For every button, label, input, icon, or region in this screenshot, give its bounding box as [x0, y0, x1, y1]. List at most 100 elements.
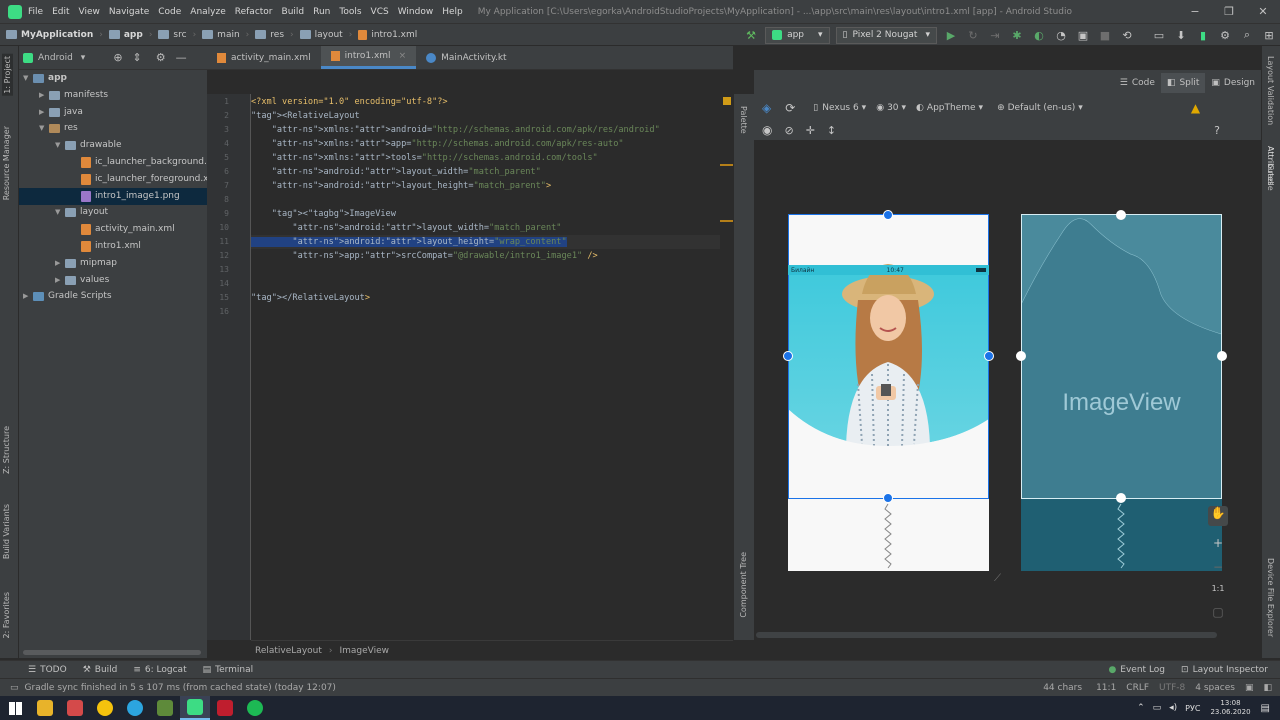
lock-icon[interactable]: ▣	[1245, 683, 1254, 693]
zoom-actual-button[interactable]: 1:1	[1208, 584, 1228, 593]
event-log-button[interactable]: ● Event Log	[1108, 665, 1165, 675]
tray-chevron-icon[interactable]: ⌃	[1137, 703, 1145, 713]
blueprint-handle-right[interactable]	[1217, 351, 1227, 361]
layout-inspector-button[interactable]: ⊡ Layout Inspector	[1181, 665, 1268, 675]
resize-handle-top[interactable]	[883, 210, 893, 220]
device-manager-icon[interactable]: ▭	[1148, 29, 1170, 42]
code-editor[interactable]: <?xml version="1.0" encoding="utf-8"?> "t…	[251, 94, 733, 640]
breadcrumb-relative-layout[interactable]: RelativeLayout	[255, 646, 322, 656]
tool-tab-component-tree[interactable]: Component Tree	[739, 552, 748, 618]
chevron-right-icon[interactable]: ▶	[55, 272, 65, 289]
gear-icon[interactable]: ⚙	[156, 51, 166, 64]
tree-item[interactable]: ▶ values	[55, 272, 109, 289]
status-line-separator[interactable]: CRLF	[1126, 683, 1149, 693]
debug-icon[interactable]: ✱	[1006, 29, 1028, 42]
warning-mark[interactable]	[720, 164, 733, 166]
code-line[interactable]: "tag"><"tagbg">ImageView	[251, 207, 733, 221]
chevron-down-icon[interactable]: ▼	[23, 70, 33, 87]
code-line[interactable]: <?xml version="1.0" encoding="utf-8"?>	[251, 95, 733, 109]
breadcrumb-item[interactable]: res	[255, 30, 284, 40]
breadcrumb-item[interactable]: intro1.xml	[358, 29, 417, 40]
api-selector[interactable]: ◉ 30 ▾	[876, 103, 906, 113]
action-center-icon[interactable]: ▤	[1261, 703, 1270, 714]
taskbar-telegram[interactable]	[120, 696, 150, 720]
minimize-button[interactable]: −	[1178, 5, 1212, 18]
tree-item[interactable]: ▶ Gradle Scripts	[23, 288, 112, 305]
locale-selector[interactable]: ⊕ Default (en-us) ▾	[997, 103, 1083, 113]
todo-tool-button[interactable]: ☰ TODO	[28, 665, 67, 675]
coverage-icon[interactable]: ▣	[1072, 29, 1094, 42]
device-dropdown[interactable]: ▯ Pixel 2 Nougat ▾	[835, 26, 937, 44]
code-line[interactable]	[251, 277, 733, 291]
code-line[interactable]: "attr-ns">xmlns:"attr">tools="http://sch…	[251, 151, 733, 165]
resize-handle-icon[interactable]: ⟋	[994, 573, 1006, 585]
resize-handle-left[interactable]	[783, 351, 793, 361]
chevron-right-icon[interactable]: ▶	[23, 288, 33, 305]
code-line[interactable]: "attr-ns">android:"attr">layout_height="…	[251, 235, 733, 249]
chevron-right-icon[interactable]: ▶	[55, 255, 65, 272]
status-message[interactable]: Gradle sync finished in 5 s 107 ms (from…	[25, 683, 1034, 693]
blueprint-handle-bottom[interactable]	[1116, 493, 1126, 503]
tool-tab-project[interactable]: 1: Project	[2, 54, 13, 96]
menu-tools[interactable]: Tools	[339, 7, 361, 17]
code-line[interactable]: "attr-ns">app:"attr">srcCompat="@drawabl…	[251, 249, 733, 263]
editor-tab[interactable]: intro1.xml ×	[320, 46, 417, 69]
tree-item[interactable]: ▼ layout	[55, 204, 108, 221]
make-hammer-icon[interactable]: ⚒	[740, 29, 762, 42]
help-icon[interactable]: ?	[1214, 124, 1220, 137]
tool-tab-structure[interactable]: Z: Structure	[2, 426, 11, 474]
breadcrumb-image-view[interactable]: ImageView	[340, 646, 390, 656]
attach-debugger-icon[interactable]: ◐	[1028, 29, 1050, 42]
tree-item[interactable]: ▶ mipmap	[55, 255, 117, 272]
tree-item[interactable]: ▼ drawable	[55, 137, 122, 154]
canvas-horizontal-scrollbar[interactable]	[756, 632, 1217, 638]
device-selector[interactable]: ▯ Nexus 6 ▾	[813, 103, 866, 113]
stop-icon[interactable]: ■	[1094, 29, 1116, 42]
chevron-down-icon[interactable]: ▼	[55, 137, 65, 154]
code-line[interactable]	[251, 263, 733, 277]
theme-selector[interactable]: ◐ AppTheme ▾	[916, 103, 983, 113]
code-line[interactable]	[251, 193, 733, 207]
horizontal-scrollbar[interactable]	[23, 650, 201, 655]
zoom-out-button[interactable]: −	[1208, 560, 1228, 574]
code-line[interactable]: "tag"></RelativeLayout>	[251, 291, 733, 305]
tool-tab-device-file-explorer[interactable]: Device File Explorer	[1266, 558, 1275, 637]
chevron-down-icon[interactable]: ▼	[39, 120, 49, 137]
warning-mark[interactable]	[720, 220, 733, 222]
code-line[interactable]: "attr-ns">android:"attr">layout_width="m…	[251, 221, 733, 235]
tree-item[interactable]: activity_main.xml	[71, 221, 175, 238]
maximize-button[interactable]: ❐	[1212, 5, 1246, 18]
tray-network-icon[interactable]: ▭	[1153, 703, 1162, 713]
chevron-down-icon[interactable]: ▾	[81, 53, 86, 63]
tool-tab-resource-manager[interactable]: Resource Manager	[2, 126, 11, 200]
design-mode-button[interactable]: ▣ Design	[1205, 73, 1261, 93]
collapse-all-icon[interactable]: ⇕	[133, 51, 142, 64]
tray-clock[interactable]: 13:08 23.06.2020	[1210, 699, 1250, 717]
code-mode-button[interactable]: ☰ Code	[1114, 73, 1161, 93]
logcat-tool-button[interactable]: ≡ 6: Logcat	[133, 665, 186, 675]
hide-icon[interactable]: —	[176, 51, 187, 64]
tree-item[interactable]: ▼ app	[23, 70, 67, 87]
breadcrumb-item[interactable]: layout	[299, 30, 343, 40]
project-structure-icon[interactable]: ⚙	[1214, 29, 1236, 42]
chevron-right-icon[interactable]: ▶	[39, 104, 49, 121]
blueprint-handle-top[interactable]	[1116, 210, 1126, 220]
breadcrumb-item[interactable]: src	[158, 30, 187, 40]
split-mode-button[interactable]: ◧ Split	[1160, 72, 1206, 93]
design-surface-icon[interactable]: ◈	[762, 101, 771, 115]
taskbar-explorer[interactable]	[30, 696, 60, 720]
tool-tab-favorites[interactable]: 2: Favorites	[2, 592, 11, 638]
tool-tab-build-variants[interactable]: Build Variants	[2, 504, 11, 559]
status-caret-position[interactable]: 11:1	[1096, 683, 1116, 693]
sync-icon[interactable]: ⟲	[1116, 29, 1138, 42]
chevron-down-icon[interactable]: ▼	[55, 204, 65, 221]
menu-help[interactable]: Help	[442, 7, 463, 17]
menu-refactor[interactable]: Refactor	[235, 7, 273, 17]
breadcrumb-item[interactable]: app	[108, 30, 143, 40]
menu-run[interactable]: Run	[313, 7, 330, 17]
tree-item[interactable]: ▼ res	[39, 120, 78, 137]
taskbar-photos[interactable]	[60, 696, 90, 720]
code-line[interactable]	[251, 305, 733, 319]
taskbar-filezilla[interactable]	[210, 696, 240, 720]
orientation-icon[interactable]: ⟳	[785, 101, 795, 115]
